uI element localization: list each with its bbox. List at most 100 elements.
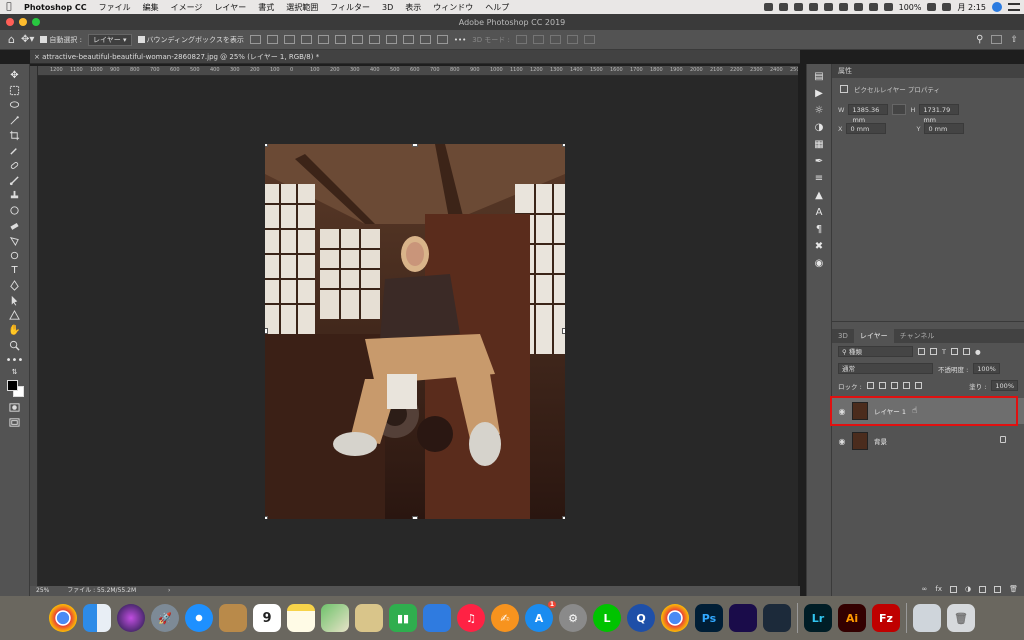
- quicktime-icon[interactable]: Q: [627, 604, 655, 632]
- swap-colors-icon[interactable]: ⇅: [4, 368, 26, 376]
- type-tool-icon[interactable]: T: [4, 263, 26, 278]
- filezilla-icon[interactable]: Fz: [872, 604, 900, 632]
- actions-play-icon[interactable]: ▶: [808, 85, 830, 102]
- more-tools-icon[interactable]: •••: [4, 353, 26, 368]
- notification-center-icon[interactable]: [1008, 3, 1020, 11]
- menu-3d[interactable]: 3D: [376, 3, 399, 12]
- status-icon[interactable]: [823, 3, 833, 11]
- layer-name[interactable]: レイヤー 1: [874, 406, 906, 416]
- blend-mode-dropdown[interactable]: 通常: [838, 363, 933, 374]
- hand-tool-icon[interactable]: ✋: [4, 323, 26, 338]
- layer-name[interactable]: 背景: [874, 436, 887, 446]
- distribute-icon[interactable]: [351, 35, 363, 44]
- search-icon[interactable]: ⚲: [976, 34, 983, 45]
- 3d-pan-icon[interactable]: [549, 35, 561, 44]
- menubar-clock[interactable]: 月 2:15: [957, 2, 986, 13]
- transform-handle[interactable]: [265, 144, 268, 147]
- y-field[interactable]: 0 mm: [924, 123, 965, 134]
- menu-edit[interactable]: 編集: [137, 2, 165, 13]
- status-menu-chevron-icon[interactable]: ›: [168, 587, 170, 594]
- visibility-eye-icon[interactable]: ◉: [838, 437, 846, 446]
- filter-pixel-icon[interactable]: [918, 348, 925, 355]
- minimize-window-button[interactable]: [19, 18, 27, 26]
- align-right-icon[interactable]: [283, 35, 295, 44]
- link-dimensions-icon[interactable]: [892, 104, 907, 115]
- paragraph-align-icon[interactable]: ≡: [808, 170, 830, 187]
- tab-channels[interactable]: チャンネル: [894, 329, 941, 343]
- finder-icon[interactable]: [83, 604, 111, 632]
- chrome-icon[interactable]: [661, 604, 689, 632]
- volume-icon[interactable]: [883, 3, 893, 11]
- link-layers-icon[interactable]: ∞: [922, 585, 928, 593]
- media-encoder-icon[interactable]: [729, 604, 757, 632]
- menu-app-name[interactable]: Photoshop CC: [18, 3, 93, 12]
- music-icon[interactable]: ♫: [457, 604, 485, 632]
- auto-select-dropdown[interactable]: レイヤー ▾: [87, 33, 132, 46]
- path-selection-tool-icon[interactable]: [4, 293, 26, 308]
- layer-filter-dropdown[interactable]: ⚲ 種類: [838, 346, 913, 357]
- distribute-icon[interactable]: [385, 35, 397, 44]
- brush-settings-icon[interactable]: ✒: [808, 153, 830, 170]
- align-top-icon[interactable]: [300, 35, 312, 44]
- 3d-roll-icon[interactable]: [532, 35, 544, 44]
- screen-mode-icon[interactable]: [4, 415, 26, 430]
- status-icon[interactable]: [838, 3, 848, 11]
- preview-icon[interactable]: [355, 604, 383, 632]
- battery-percent[interactable]: 100%: [899, 3, 922, 12]
- status-icon[interactable]: [808, 3, 818, 11]
- safari-icon[interactable]: [185, 604, 213, 632]
- align-bottom-icon[interactable]: [334, 35, 346, 44]
- crop-tool-icon[interactable]: [4, 128, 26, 143]
- paragraph-panel-icon[interactable]: ¶: [808, 221, 830, 238]
- distribute-icon[interactable]: [419, 35, 431, 44]
- gradient-tool-icon[interactable]: [4, 233, 26, 248]
- layer-row-background[interactable]: ◉ 背景: [832, 428, 1024, 454]
- new-group-icon[interactable]: [979, 585, 987, 593]
- menu-type[interactable]: 書式: [252, 2, 280, 13]
- lasso-tool-icon[interactable]: [4, 98, 26, 113]
- menu-filter[interactable]: フィルター: [324, 2, 376, 13]
- clone-stamp-tool-icon[interactable]: [4, 188, 26, 203]
- home-icon[interactable]: ⌂: [8, 33, 15, 46]
- move-tool-preset-icon[interactable]: ✥▾: [21, 34, 34, 45]
- workspace-icon[interactable]: [991, 35, 1003, 44]
- menu-help[interactable]: ヘルプ: [479, 2, 515, 13]
- tab-layers[interactable]: レイヤー: [853, 329, 894, 343]
- 3d-orbit-icon[interactable]: [515, 35, 527, 44]
- trash-icon[interactable]: 🗑: [947, 604, 975, 632]
- new-layer-icon[interactable]: [994, 585, 1002, 593]
- zoom-window-button[interactable]: [32, 18, 40, 26]
- character-panel-icon[interactable]: A: [808, 204, 830, 221]
- battery-icon[interactable]: [927, 3, 937, 11]
- color-panel-icon[interactable]: ◑: [808, 119, 830, 136]
- adjustments-panel-icon[interactable]: ☼: [808, 102, 830, 119]
- layer-row-layer1[interactable]: ◉ レイヤー 1 ☝: [832, 398, 1024, 424]
- menu-window[interactable]: ウィンドウ: [427, 2, 479, 13]
- 3d-scale-icon[interactable]: [583, 35, 595, 44]
- books-icon[interactable]: ✍: [491, 604, 519, 632]
- maps-icon[interactable]: [321, 604, 349, 632]
- filter-shape-icon[interactable]: [950, 348, 958, 355]
- bbox-checkbox[interactable]: バウンディングボックスを表示: [137, 35, 244, 45]
- more-options-icon[interactable]: •••: [454, 36, 466, 44]
- filter-smart-object-icon[interactable]: [962, 348, 970, 355]
- menu-select[interactable]: 選択範囲: [280, 2, 324, 13]
- input-source-icon[interactable]: [942, 3, 952, 11]
- healing-brush-tool-icon[interactable]: [4, 158, 26, 173]
- align-hcenter-icon[interactable]: [266, 35, 278, 44]
- lock-all-icon[interactable]: [914, 382, 922, 389]
- numbers-icon[interactable]: ▮▮: [389, 604, 417, 632]
- file-size-info[interactable]: ファイル : 55.2M/55.2M: [67, 587, 136, 594]
- close-window-button[interactable]: [6, 18, 14, 26]
- lock-transparent-icon[interactable]: [866, 382, 874, 389]
- auto-select-checkbox[interactable]: 自動選択 :: [40, 35, 82, 45]
- launchpad-icon[interactable]: 🚀: [151, 604, 179, 632]
- menu-view[interactable]: 表示: [399, 2, 427, 13]
- swatches-panel-icon[interactable]: ▦: [808, 136, 830, 153]
- eyedropper-tool-icon[interactable]: [4, 143, 26, 158]
- move-tool-icon[interactable]: ✥: [4, 68, 26, 83]
- app-store-icon[interactable]: A1: [525, 601, 556, 632]
- 3d-panel-icon[interactable]: ◉: [808, 255, 830, 272]
- bull-app-icon[interactable]: [763, 604, 791, 632]
- transform-handle[interactable]: [562, 516, 565, 519]
